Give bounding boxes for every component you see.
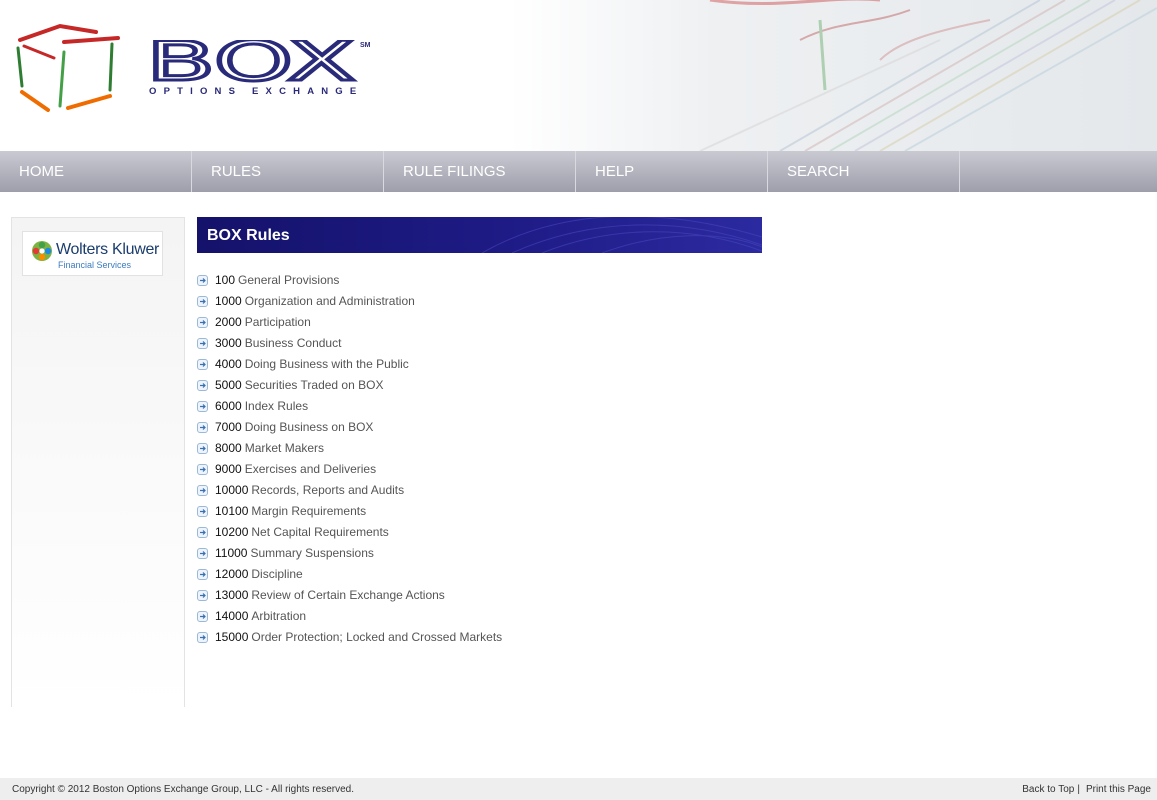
rule-title: Arbitration [251,609,307,623]
arrow-right-circle-icon [197,527,208,538]
rule-link[interactable]: 10000 Records, Reports and Audits [197,480,502,501]
rule-number: 11000 [215,546,248,560]
arrow-right-circle-icon [197,464,208,475]
arrow-right-circle-icon [197,632,208,643]
rule-number: 5000 [215,378,242,392]
copyright-text: Copyright © 2012 Boston Options Exchange… [12,784,354,795]
arrow-right-circle-icon [197,401,208,412]
rule-link[interactable]: 14000 Arbitration [197,606,502,627]
rule-number: 7000 [215,420,242,434]
rule-title: Summary Suspensions [250,546,374,560]
rule-number: 8000 [215,441,242,455]
arrow-right-circle-icon [197,275,208,286]
rule-link[interactable]: 11000 Summary Suspensions [197,543,502,564]
rule-title: Participation [244,315,311,329]
rule-title: Business Conduct [244,336,342,350]
sidebar: Wolters Kluwer Financial Services [11,217,185,707]
rule-link[interactable]: 100 General Provisions [197,270,502,291]
nav-rule-filings[interactable]: RULE FILINGS [384,151,576,192]
rule-link[interactable]: 12000 Discipline [197,564,502,585]
rule-link[interactable]: 5000 Securities Traded on BOX [197,375,502,396]
rule-link[interactable]: 2000 Participation [197,312,502,333]
nav-search[interactable]: SEARCH [768,151,960,192]
rule-title: Exercises and Deliveries [244,462,377,476]
rule-number: 2000 [215,315,242,329]
nav-rules[interactable]: RULES [192,151,384,192]
nav-filler [960,151,1157,192]
rule-title: Margin Requirements [251,504,367,518]
arrow-right-circle-icon [197,590,208,601]
rule-link[interactable]: 10200 Net Capital Requirements [197,522,502,543]
arrow-right-circle-icon [197,611,208,622]
arrow-right-circle-icon [197,569,208,580]
arrow-right-circle-icon [197,485,208,496]
rule-title: Discipline [251,567,303,581]
logo-tagline: OPTIONS EXCHANGE [149,86,364,97]
rule-number: 10100 [215,504,249,518]
rule-title: General Provisions [238,273,340,287]
arrow-right-circle-icon [197,296,208,307]
arrow-right-circle-icon [197,338,208,349]
rule-number: 4000 [215,357,242,371]
rule-title: Index Rules [244,399,309,413]
rule-title: Net Capital Requirements [251,525,389,539]
rule-number: 10200 [215,525,249,539]
arrow-right-circle-icon [197,506,208,517]
rule-link[interactable]: 6000 Index Rules [197,396,502,417]
rule-number: 13000 [215,588,249,602]
rule-number: 10000 [215,483,249,497]
rule-number: 12000 [215,567,249,581]
wolters-kluwer-logo[interactable]: Wolters Kluwer Financial Services [22,231,163,276]
arrow-right-circle-icon [197,359,208,370]
arrow-right-circle-icon [197,317,208,328]
rule-title: Doing Business with the Public [244,357,409,371]
wolters-kluwer-icon [32,241,52,261]
rule-number: 6000 [215,399,242,413]
rule-title: Order Protection; Locked and Crossed Mar… [251,630,503,644]
rule-number: 1000 [215,294,242,308]
rule-link[interactable]: 9000 Exercises and Deliveries [197,459,502,480]
header-swoosh [481,217,762,253]
footer-separator: | [1077,784,1080,795]
content-header: BOX Rules [197,217,762,253]
rule-title: Organization and Administration [244,294,415,308]
partner-name: Wolters Kluwer [56,241,160,258]
nav-help[interactable]: HELP [576,151,768,192]
main-nav: HOME RULES RULE FILINGS HELP SEARCH [0,151,1157,192]
rule-link[interactable]: 13000 Review of Certain Exchange Actions [197,585,502,606]
rule-link[interactable]: 10100 Margin Requirements [197,501,502,522]
rule-title: Doing Business on BOX [244,420,374,434]
arrow-right-circle-icon [197,380,208,391]
rule-title: Records, Reports and Audits [251,483,405,497]
site-footer: Copyright © 2012 Boston Options Exchange… [0,778,1157,800]
rule-link[interactable]: 8000 Market Makers [197,438,502,459]
rule-title: Review of Certain Exchange Actions [251,588,445,602]
site-header: BOX SM OPTIONS EXCHANGE [0,0,1157,151]
rule-title: Market Makers [244,441,325,455]
rules-list: 100 General Provisions 1000 Organization a… [197,270,502,648]
rule-title: Securities Traded on BOX [244,378,384,392]
box-logo-icon [16,23,120,112]
back-to-top-link[interactable]: Back to Top [1022,784,1074,795]
rule-link[interactable]: 15000 Order Protection; Locked and Crosse… [197,627,502,648]
page-title: BOX Rules [207,227,290,244]
rule-link[interactable]: 3000 Business Conduct [197,333,502,354]
rule-link[interactable]: 1000 Organization and Administration [197,291,502,312]
rule-link[interactable]: 4000 Doing Business with the Public [197,354,502,375]
rule-link[interactable]: 7000 Doing Business on BOX [197,417,502,438]
nav-home[interactable]: HOME [0,151,192,192]
arrow-right-circle-icon [197,443,208,454]
rule-number: 9000 [215,462,242,476]
footer-links: Back to Top | Print this Page [1022,784,1151,795]
service-mark: SM [360,42,371,49]
header-decoration [699,0,1157,151]
arrow-right-circle-icon [197,548,208,559]
partner-subtitle: Financial Services [58,260,132,270]
arrow-right-circle-icon [197,422,208,433]
rule-number: 15000 [215,630,249,644]
rule-number: 100 [215,273,236,287]
rule-number: 3000 [215,336,242,350]
print-page-link[interactable]: Print this Page [1086,784,1151,795]
rule-number: 14000 [215,609,249,623]
